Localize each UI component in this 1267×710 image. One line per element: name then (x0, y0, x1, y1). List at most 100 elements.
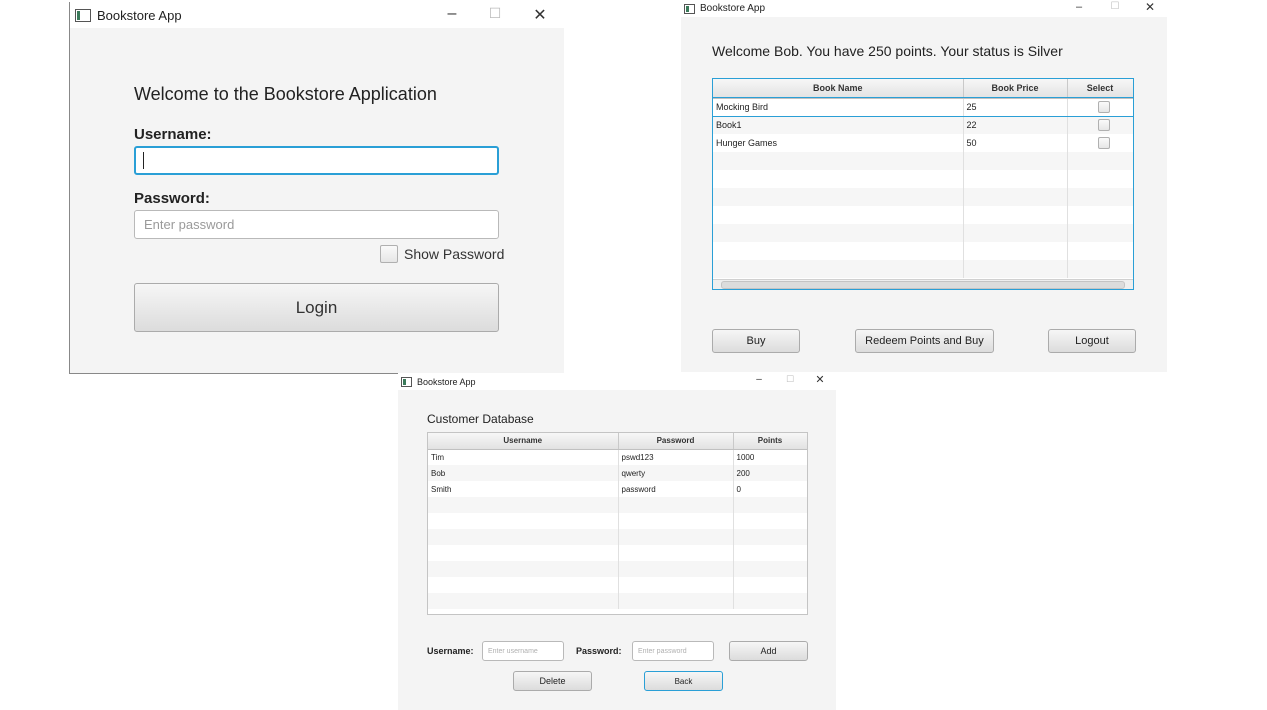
app-icon (684, 3, 695, 14)
new-password-input[interactable]: Enter password (632, 641, 714, 661)
table-row[interactable]: Bob qwerty 200 (428, 465, 807, 481)
window-title: Bookstore App (97, 7, 182, 23)
app-icon (401, 376, 412, 387)
scrollbar-thumb[interactable] (721, 281, 1125, 289)
password-input[interactable]: Enter password (134, 210, 499, 239)
empty-row (713, 206, 1133, 224)
password-cell: qwerty (618, 465, 734, 481)
welcome-message: Welcome Bob. You have 250 points. Your s… (712, 43, 1063, 59)
empty-row (713, 188, 1133, 206)
new-password-placeholder: Enter password (638, 647, 687, 655)
password-placeholder: Enter password (144, 217, 235, 232)
customer-database-window: Bookstore App – ☐ ✕ Customer Database Us… (398, 373, 836, 710)
select-checkbox[interactable] (1097, 101, 1110, 114)
close-icon[interactable]: ✕ (1143, 0, 1157, 14)
empty-row (428, 545, 807, 561)
new-username-label: Username: (427, 646, 474, 656)
back-button[interactable]: Back (644, 671, 723, 691)
empty-row (713, 152, 1133, 170)
maximize-icon[interactable]: ☐ (784, 374, 796, 385)
book-price-cell: 25 (963, 98, 1068, 116)
column-header-book-price[interactable]: Book Price (963, 79, 1068, 99)
book-price-cell: 22 (963, 116, 1068, 134)
username-cell: Bob (428, 465, 619, 481)
points-cell: 200 (733, 465, 807, 481)
close-icon[interactable]: ✕ (814, 373, 826, 386)
empty-row (713, 224, 1133, 242)
login-window: Bookstore App – ☐ ✕ Welcome to the Books… (69, 2, 564, 374)
table-row[interactable]: Tim pswd123 1000 (428, 449, 807, 465)
login-button-label: Login (295, 297, 338, 317)
password-cell: pswd123 (618, 449, 734, 465)
column-header-book-name[interactable]: Book Name (713, 79, 964, 99)
buy-button[interactable]: Buy (712, 329, 800, 353)
column-header-username[interactable]: Username (428, 433, 619, 450)
password-label: Password: (134, 190, 210, 207)
column-header-select[interactable]: Select (1067, 79, 1133, 99)
customer-database-heading: Customer Database (427, 412, 534, 426)
books-window: Bookstore App – ☐ ✕ Welcome Bob. You hav… (681, 0, 1167, 372)
column-header-password[interactable]: Password (618, 433, 734, 450)
new-username-input[interactable]: Enter username (482, 641, 564, 661)
books-table[interactable]: Book Name Book Price Select Mocking Bird… (712, 78, 1134, 290)
empty-row (428, 513, 807, 529)
show-password-checkbox[interactable] (380, 245, 398, 263)
back-button-label: Back (674, 676, 693, 686)
table-row[interactable]: Hunger Games 50 (713, 134, 1133, 152)
table-row[interactable]: Book1 22 (713, 116, 1133, 134)
table-row[interactable]: Smith password 0 (428, 481, 807, 497)
app-icon (75, 8, 91, 22)
buy-button-label: Buy (746, 335, 766, 347)
empty-row (713, 170, 1133, 188)
add-button-label: Add (760, 646, 777, 656)
empty-row (428, 561, 807, 577)
customers-table[interactable]: Username Password Points Tim pswd123 100… (427, 432, 808, 615)
username-cell: Tim (428, 449, 619, 465)
empty-row (428, 593, 807, 609)
book-name-cell: Mocking Bird (713, 98, 964, 116)
maximize-icon[interactable]: ☐ (1109, 1, 1121, 12)
username-cell: Smith (428, 481, 619, 497)
new-password-label: Password: (576, 646, 622, 656)
points-cell: 1000 (733, 449, 807, 465)
empty-row (428, 529, 807, 545)
minimize-icon[interactable]: – (442, 5, 462, 23)
title-bar[interactable]: Bookstore App – ☐ ✕ (70, 2, 564, 28)
delete-button[interactable]: Delete (513, 671, 592, 691)
select-checkbox[interactable] (1097, 137, 1110, 149)
title-bar[interactable]: Bookstore App – ☐ ✕ (398, 373, 836, 390)
window-title: Bookstore App (417, 376, 476, 387)
horizontal-scrollbar[interactable] (713, 279, 1133, 289)
points-cell: 0 (733, 481, 807, 497)
new-username-placeholder: Enter username (488, 647, 538, 655)
empty-row (428, 497, 807, 513)
logout-button[interactable]: Logout (1048, 329, 1136, 353)
book-name-cell: Book1 (713, 116, 964, 134)
delete-button-label: Delete (539, 676, 566, 686)
minimize-icon[interactable]: – (753, 374, 765, 385)
text-cursor (143, 152, 144, 169)
select-checkbox[interactable] (1097, 119, 1110, 131)
maximize-icon[interactable]: ☐ (485, 5, 505, 22)
minimize-icon[interactable]: – (1073, 1, 1085, 13)
column-header-points[interactable]: Points (733, 433, 807, 450)
logout-button-label: Logout (1075, 335, 1109, 347)
close-icon[interactable]: ✕ (530, 5, 550, 25)
redeem-points-button-label: Redeem Points and Buy (865, 335, 984, 347)
login-button[interactable]: Login (134, 283, 499, 332)
empty-row (428, 577, 807, 593)
title-bar[interactable]: Bookstore App – ☐ ✕ (681, 0, 1167, 17)
table-row[interactable]: Mocking Bird 25 (713, 97, 1133, 117)
empty-row (713, 260, 1133, 278)
redeem-points-button[interactable]: Redeem Points and Buy (855, 329, 994, 353)
password-cell: password (618, 481, 734, 497)
book-name-cell: Hunger Games (713, 134, 964, 152)
username-input[interactable] (134, 146, 499, 175)
book-price-cell: 50 (963, 134, 1068, 152)
add-button[interactable]: Add (729, 641, 808, 661)
window-title: Bookstore App (700, 3, 766, 14)
empty-row (713, 242, 1133, 260)
welcome-heading: Welcome to the Bookstore Application (134, 84, 437, 104)
show-password-label: Show Password (404, 246, 505, 262)
username-label: Username: (134, 126, 212, 143)
